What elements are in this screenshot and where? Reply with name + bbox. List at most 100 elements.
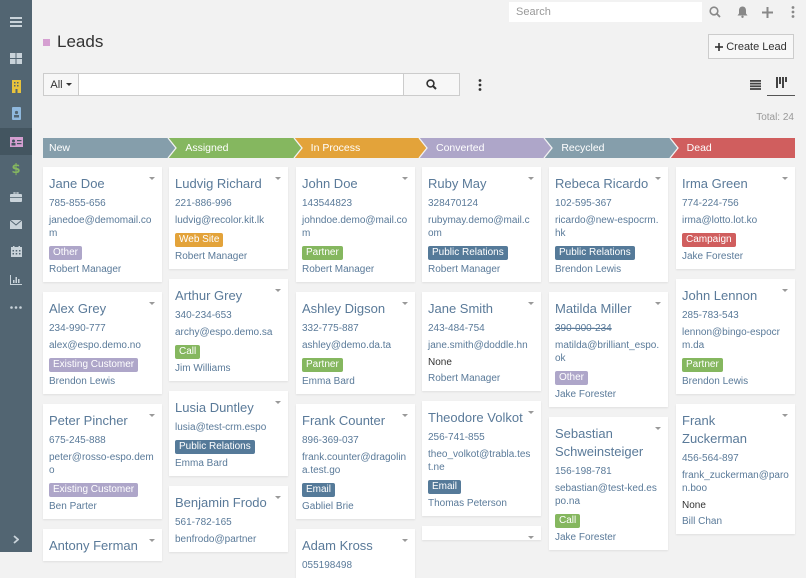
card-menu-caret-icon[interactable] (528, 536, 534, 539)
assigned-user-link[interactable]: Robert Manager (49, 263, 156, 276)
lead-phone[interactable]: 234-990-777 (49, 322, 156, 335)
lead-phone[interactable]: 055198498 (302, 559, 409, 572)
card-menu-caret-icon[interactable] (275, 401, 281, 404)
sidebar-menu-toggle[interactable] (0, 8, 32, 35)
lead-phone[interactable]: 143544823 (302, 197, 409, 210)
assigned-user-link[interactable]: Gabliel Brie (302, 500, 409, 513)
lead-email[interactable]: lennon@bingo-espocrm.da (682, 326, 789, 352)
assigned-user-link[interactable]: Bill Chan (682, 515, 789, 528)
assigned-user-link[interactable]: Jake Forester (682, 250, 789, 263)
lead-card[interactable] (422, 526, 541, 540)
lead-phone[interactable]: 675-245-888 (49, 434, 156, 447)
lead-email[interactable]: frank.counter@dragolina.test.go (302, 451, 409, 477)
lead-card[interactable]: Frank Zuckerman 456-564-897 frank_zuckerma… (676, 404, 795, 534)
sidebar-collapse-button[interactable] (0, 526, 32, 552)
lead-email[interactable]: peter@rosso-espo.demo (49, 451, 156, 477)
lead-email[interactable]: frank_zuckerman@paron.boo (682, 469, 789, 495)
lead-email[interactable]: ludvig@recolor.kit.lk (175, 214, 282, 227)
lead-email[interactable]: sebastian@test-ked.espo.na (555, 482, 662, 508)
lead-email[interactable]: lusia@test-crm.espo (175, 421, 282, 434)
card-menu-caret-icon[interactable] (402, 177, 408, 180)
lead-phone[interactable]: 340-234-653 (175, 309, 282, 322)
kanban-view-button[interactable] (767, 76, 795, 96)
lead-name-link[interactable]: Antony Ferman (49, 537, 156, 555)
lead-email[interactable]: ashley@demo.da.ta (302, 339, 409, 352)
lead-card[interactable]: Benjamin Frodo 561-782-165 benfrodo@partne… (169, 486, 288, 552)
text-filter-input[interactable] (79, 73, 404, 96)
card-menu-caret-icon[interactable] (402, 539, 408, 542)
sidebar-item-opportunities[interactable]: $ (0, 156, 32, 183)
lead-email[interactable]: irma@lotto.lot.ko (682, 214, 789, 227)
card-menu-caret-icon[interactable] (149, 414, 155, 417)
quick-create-button[interactable] (758, 3, 776, 21)
lead-phone[interactable]: 243-484-754 (428, 322, 535, 335)
assigned-user-link[interactable]: Brendon Lewis (555, 263, 662, 276)
lead-phone[interactable]: 785-855-656 (49, 197, 156, 210)
lead-name-link[interactable]: Ruby May (428, 175, 535, 193)
lead-card[interactable]: Antony Ferman (43, 529, 162, 561)
card-menu-caret-icon[interactable] (275, 496, 281, 499)
lead-name-link[interactable]: Peter Pincher (49, 412, 156, 430)
lead-email[interactable]: janedoe@demomail.com (49, 214, 156, 240)
sidebar-item-cases[interactable] (0, 183, 32, 210)
list-view-button[interactable] (745, 76, 765, 94)
sidebar-item-reports[interactable] (0, 266, 32, 293)
lead-phone[interactable]: 561-782-165 (175, 516, 282, 529)
sidebar-item-emails[interactable] (0, 211, 32, 238)
card-menu-caret-icon[interactable] (402, 414, 408, 417)
card-menu-caret-icon[interactable] (149, 539, 155, 542)
card-menu-caret-icon[interactable] (528, 411, 534, 414)
sidebar-item-contacts[interactable] (0, 100, 32, 127)
lead-phone[interactable]: 102-595-367 (555, 197, 662, 210)
lead-name-link[interactable]: Sebastian Schweinsteiger (555, 425, 662, 461)
card-menu-caret-icon[interactable] (275, 177, 281, 180)
lead-name-link[interactable]: Rebeca Ricardo (555, 175, 662, 193)
lead-email[interactable]: archy@espo.demo.sa (175, 326, 282, 339)
lead-card[interactable]: Theodore Volkot 256-741-855 theo_volkot@tr… (422, 401, 541, 516)
lead-name-link[interactable]: John Doe (302, 175, 409, 193)
card-menu-caret-icon[interactable] (402, 302, 408, 305)
lead-name-link[interactable]: Ashley Digson (302, 300, 409, 318)
assigned-user-link[interactable]: Ben Parter (49, 500, 156, 513)
filter-actions-button[interactable] (473, 76, 487, 93)
global-search-input[interactable] (509, 2, 702, 22)
sidebar-item-calendar[interactable] (0, 238, 32, 265)
assigned-user-link[interactable]: Robert Manager (428, 372, 535, 385)
assigned-user-link[interactable]: Robert Manager (175, 250, 282, 263)
card-menu-caret-icon[interactable] (528, 177, 534, 180)
lead-card[interactable]: Jane Doe 785-855-656 janedoe@demomail.com O… (43, 167, 162, 282)
lead-email[interactable]: jane.smith@doddle.hn (428, 339, 535, 352)
top-menu-button[interactable] (784, 3, 802, 21)
lead-phone[interactable]: 774-224-756 (682, 197, 789, 210)
lead-phone[interactable]: 156-198-781 (555, 465, 662, 478)
lead-phone[interactable]: 256-741-855 (428, 431, 535, 444)
lead-email[interactable]: benfrodo@partner (175, 533, 282, 546)
lead-phone[interactable]: 285-783-543 (682, 309, 789, 322)
global-search-button[interactable] (706, 3, 724, 21)
assigned-user-link[interactable]: Brendon Lewis (49, 375, 156, 388)
lead-phone[interactable]: 456-564-897 (682, 452, 789, 465)
card-menu-caret-icon[interactable] (782, 177, 788, 180)
lead-name-link[interactable]: Jane Smith (428, 300, 535, 318)
lead-name-link[interactable]: Frank Counter (302, 412, 409, 430)
lead-card[interactable]: Irma Green 774-224-756 irma@lotto.lot.ko Ca… (676, 167, 795, 269)
card-menu-caret-icon[interactable] (528, 302, 534, 305)
card-menu-caret-icon[interactable] (655, 302, 661, 305)
lead-card[interactable]: Adam Kross 055198498 (296, 529, 415, 578)
create-lead-button[interactable]: Create Lead (708, 34, 794, 59)
lead-name-link[interactable]: Ludvig Richard (175, 175, 282, 193)
lead-card[interactable]: Matilda Miller 390-000-234 matilda@brillia… (549, 292, 668, 407)
card-menu-caret-icon[interactable] (275, 289, 281, 292)
assigned-user-link[interactable]: Thomas Peterson (428, 497, 535, 510)
lead-card[interactable]: Lusia Duntley lusia@test-crm.espo Public R… (169, 391, 288, 476)
notifications-button[interactable] (733, 3, 751, 21)
lead-phone[interactable]: 332-775-887 (302, 322, 409, 335)
card-menu-caret-icon[interactable] (655, 427, 661, 430)
lead-email[interactable]: johndoe.demo@mail.com (302, 214, 409, 240)
lead-name-link[interactable]: John Lennon (682, 287, 789, 305)
lead-card[interactable]: Arthur Grey 340-234-653 archy@espo.demo.sa… (169, 279, 288, 381)
lead-card[interactable]: John Lennon 285-783-543 lennon@bingo-espoc… (676, 279, 795, 394)
lead-card[interactable]: Ruby May 328470124 rubymay.demo@mail.com Pu… (422, 167, 541, 282)
lead-card[interactable]: Rebeca Ricardo 102-595-367 ricardo@new-esp… (549, 167, 668, 282)
card-menu-caret-icon[interactable] (782, 289, 788, 292)
